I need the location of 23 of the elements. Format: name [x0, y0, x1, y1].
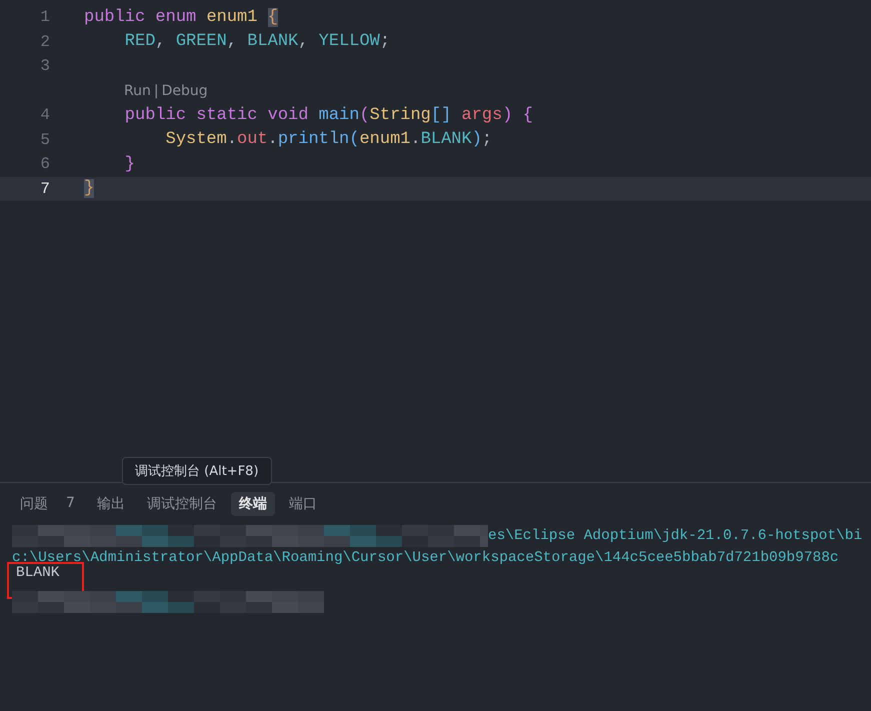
line-number: 5 — [39, 130, 50, 149]
code-line: } — [124, 154, 136, 174]
terminal-text: es\Eclipse Adoptium\jdk-21.0.7.6-hotspot\bi — [488, 528, 862, 544]
separator-label: | — [154, 82, 159, 99]
line-number: 6 — [39, 155, 50, 174]
terminal-text: c:\Users\Administrator\AppData\Roaming\Cursor\User\workspaceStorage\144c5cee5bbab7d721b09b9788c — [12, 550, 839, 566]
line-number: 3 — [39, 57, 50, 76]
panel-tab[interactable]: 终端 — [230, 492, 275, 516]
code-line: public enum enum1 { — [84, 8, 278, 27]
panel-tab[interactable]: 输出 — [88, 492, 133, 516]
line-number: 1 — [39, 8, 50, 26]
tooltip: 调试控制台 (Alt+F8) — [122, 457, 272, 485]
line-number: 7 — [39, 180, 50, 198]
codelens-link[interactable]: Debug — [162, 82, 208, 99]
line-number: 2 — [39, 32, 50, 51]
line-number: 4 — [39, 106, 50, 124]
code-line: RED, GREEN, BLANK, YELLOW; — [124, 32, 390, 52]
code-line: System.out.println(enum1.BLANK); — [164, 130, 492, 150]
panel-tab[interactable]: 调试控制台 — [138, 492, 225, 516]
code-line: public static void main(String[] args) { — [124, 106, 533, 125]
panel-tab[interactable]: 问题 7 — [12, 492, 83, 516]
panel-tab[interactable]: 端口 — [280, 492, 325, 516]
codelens-link[interactable]: Run — [124, 82, 151, 99]
